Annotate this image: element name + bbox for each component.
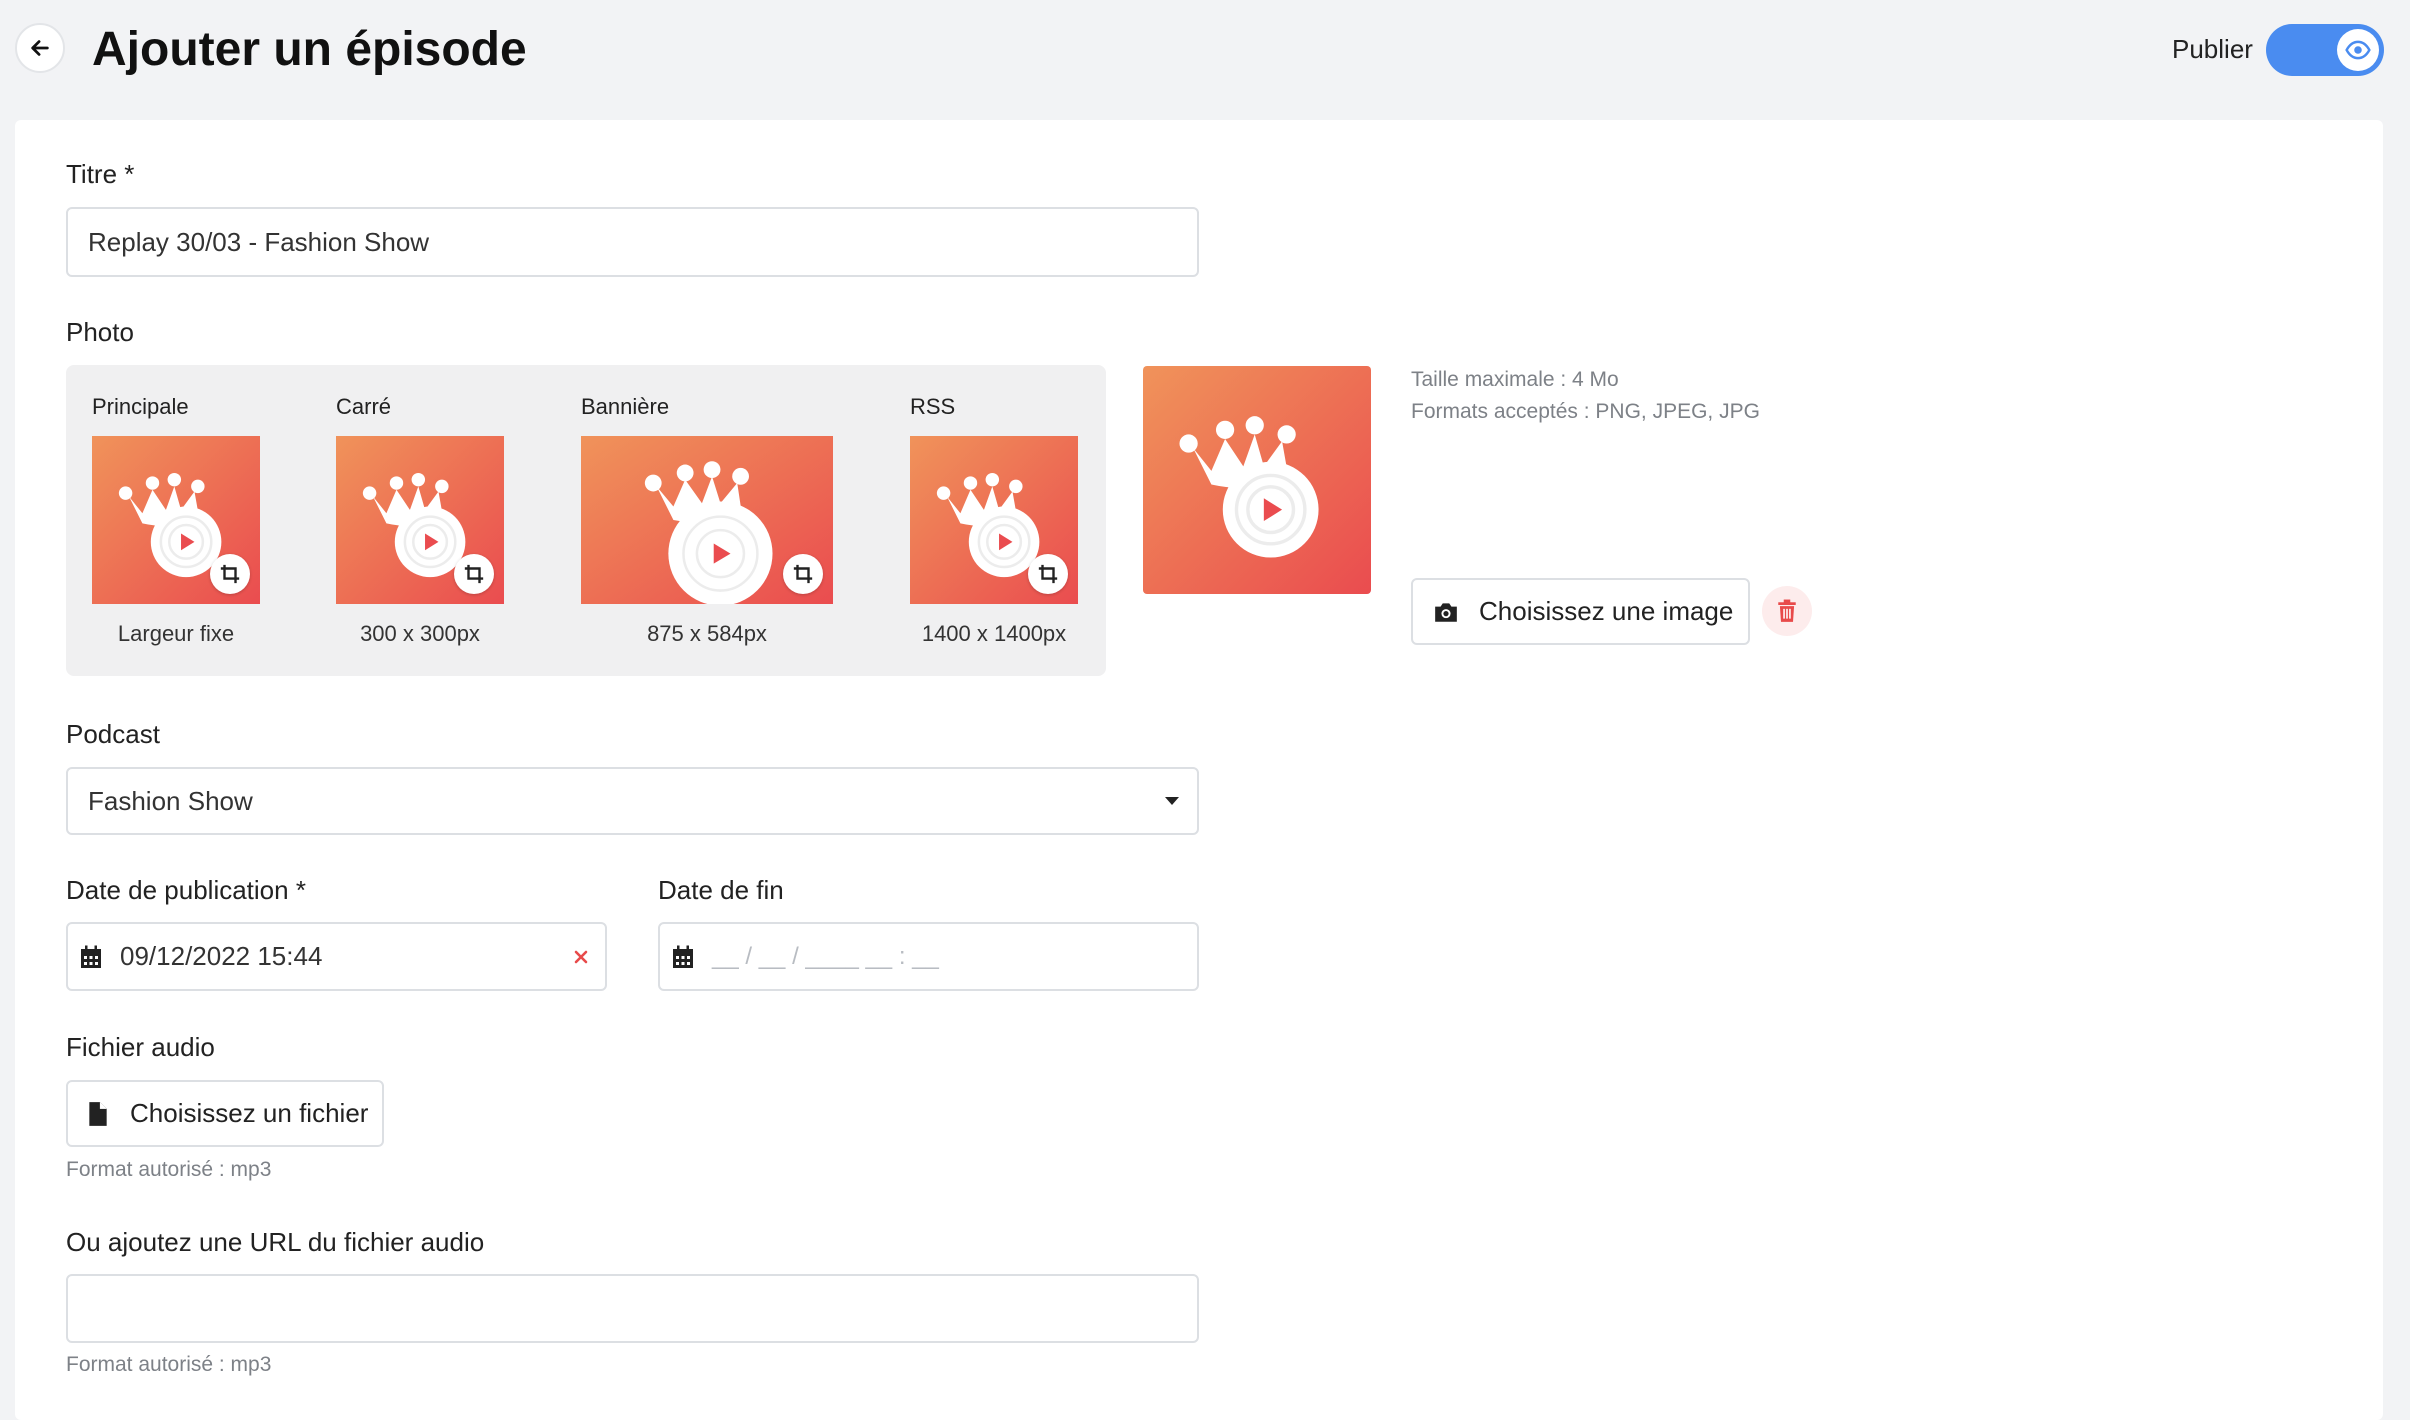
variant-size-banniere: 875 x 584px [647, 621, 767, 646]
variant-image-principale [92, 436, 260, 604]
photo-preview [1143, 366, 1371, 594]
arrow-left-icon [31, 40, 49, 56]
variant-image-banniere [581, 436, 833, 604]
camera-icon [1435, 602, 1457, 622]
variant-size-carre: 300 x 300px [360, 621, 480, 646]
calendar-icon [673, 945, 693, 968]
file-icon [89, 1101, 107, 1126]
choose-image-button[interactable]: Choisissez une image [1411, 578, 1750, 645]
variant-name-banniere: Bannière [581, 394, 670, 419]
back-button[interactable] [15, 23, 65, 73]
variant-size-principale: Largeur fixe [117, 621, 235, 646]
trash-icon [1778, 599, 1796, 622]
end-date-label: Date de fin [658, 875, 784, 905]
title-input[interactable]: Replay 30/03 - Fashion Show [66, 207, 1199, 277]
title-value: Replay 30/03 - Fashion Show [88, 226, 430, 257]
eye-icon [2345, 40, 2371, 60]
photo-label: Photo [66, 317, 134, 347]
podcast-value: Fashion Show [88, 785, 253, 816]
variant-size-rss: 1400 x 1400px [921, 621, 1067, 646]
podcast-select[interactable]: Fashion Show [66, 767, 1199, 835]
delete-image-button[interactable] [1762, 586, 1812, 636]
choose-image-label: Choisissez une image [1479, 596, 1734, 626]
publish-toggle[interactable] [2266, 24, 2384, 76]
title-label: Titre * [66, 159, 135, 189]
crop-button-carre[interactable] [454, 554, 494, 594]
variant-name-principale: Principale [92, 394, 189, 419]
crop-button-banniere[interactable] [783, 554, 823, 594]
pub-date-label: Date de publication * [66, 875, 306, 905]
pub-date-value: 09/12/2022 15:44 [120, 941, 323, 971]
variant-image-carre [336, 436, 504, 604]
choose-file-label: Choisissez un fichier [130, 1098, 369, 1128]
crop-button-rss[interactable] [1028, 554, 1068, 594]
url-format-hint: Format autorisé : mp3 [66, 1353, 272, 1376]
podcast-label: Podcast [66, 719, 160, 749]
pub-date-input[interactable]: 09/12/2022 15:44 [66, 922, 607, 991]
variant-name-carre: Carré [336, 394, 392, 419]
end-date-input[interactable]: __ / __ / ____ __ : __ [658, 922, 1199, 991]
audio-url-input[interactable] [66, 1274, 1199, 1343]
variant-image-rss [910, 436, 1078, 604]
audio-url-label: Ou ajoutez une URL du fichier audio [66, 1227, 485, 1257]
chevron-down-icon [1165, 797, 1179, 805]
crop-icon [1037, 563, 1059, 585]
variant-name-rss: RSS [910, 394, 956, 419]
choose-file-button[interactable]: Choisissez un fichier [66, 1080, 384, 1147]
crop-icon [463, 563, 485, 585]
crop-icon [219, 563, 241, 585]
crop-icon [792, 563, 814, 585]
crop-button-principale[interactable] [210, 554, 250, 594]
publish-label: Publier [2172, 34, 2253, 64]
page-title: Ajouter un épisode [92, 23, 527, 76]
pub-date-content: 09/12/2022 15:44 [80, 941, 322, 972]
photo-max-size-hint: Taille maximale : 4 Mo [1411, 368, 1619, 391]
clear-date-icon[interactable] [573, 949, 589, 965]
audio-format-hint: Format autorisé : mp3 [66, 1158, 272, 1181]
toggle-knob [2337, 29, 2379, 71]
photo-formats-hint: Formats acceptés : PNG, JPEG, JPG [1411, 400, 1760, 423]
end-date-placeholder: __ / __ / ____ __ : __ [712, 942, 939, 970]
audio-file-label: Fichier audio [66, 1032, 215, 1062]
calendar-icon [81, 945, 101, 968]
